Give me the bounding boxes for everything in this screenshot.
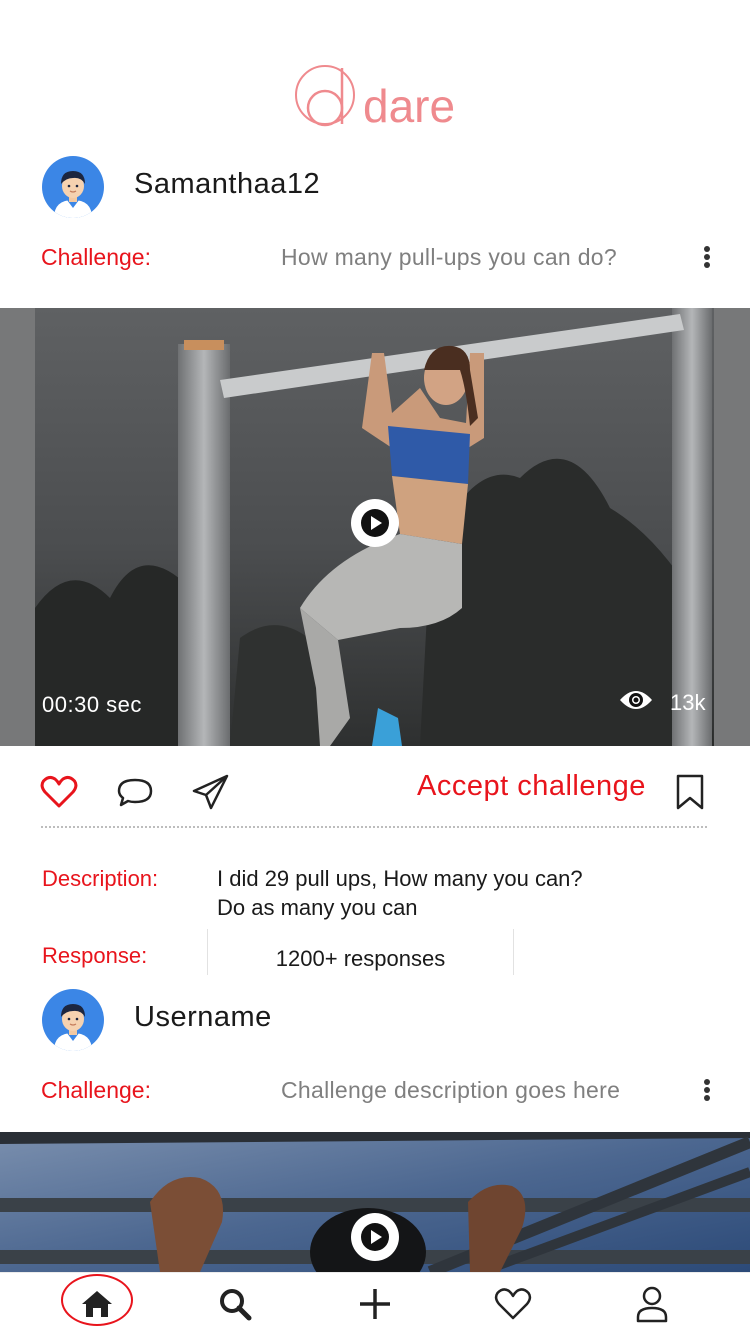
post-header: Username bbox=[0, 989, 750, 1059]
bookmark-icon[interactable] bbox=[670, 772, 710, 812]
send-icon[interactable] bbox=[191, 772, 231, 812]
more-vertical-icon[interactable] bbox=[697, 242, 717, 272]
more-vertical-icon[interactable] bbox=[697, 1075, 717, 1105]
challenge-label: Challenge: bbox=[41, 244, 151, 270]
description-text: I did 29 pull ups, How many you can? Do … bbox=[217, 864, 677, 922]
heart-icon[interactable] bbox=[39, 772, 79, 812]
play-icon[interactable] bbox=[351, 499, 399, 547]
view-count: 13k bbox=[618, 688, 705, 717]
challenge-video[interactable] bbox=[0, 1132, 750, 1272]
response-label: Response: bbox=[42, 943, 148, 968]
accept-challenge-button[interactable]: Accept challenge bbox=[417, 770, 646, 803]
profile-icon[interactable] bbox=[622, 1279, 682, 1329]
post-username[interactable]: Samanthaa12 bbox=[134, 168, 320, 201]
add-icon[interactable] bbox=[345, 1279, 405, 1329]
logo-text: dare bbox=[363, 80, 455, 132]
post-header: Samanthaa12 bbox=[0, 156, 750, 226]
description-line: I did 29 pull ups, How many you can? bbox=[217, 866, 583, 891]
search-icon[interactable] bbox=[205, 1279, 265, 1329]
responses-count: 1200+ responses bbox=[275, 946, 446, 971]
description-line: Do as many you can bbox=[217, 895, 418, 920]
divider bbox=[41, 826, 707, 828]
app-logo: dare bbox=[0, 60, 750, 132]
user-avatar-icon[interactable] bbox=[42, 156, 104, 218]
challenge-row: Challenge: How many pull-ups you can do? bbox=[0, 238, 750, 278]
eye-icon bbox=[618, 688, 654, 717]
challenge-text: How many pull-ups you can do? bbox=[281, 244, 617, 270]
challenge-text: Challenge description goes here bbox=[281, 1077, 621, 1103]
description-label: Description: bbox=[42, 866, 159, 891]
active-nav-indicator bbox=[61, 1274, 133, 1326]
challenge-row: Challenge: Challenge description goes he… bbox=[0, 1071, 750, 1111]
comment-icon[interactable] bbox=[115, 772, 155, 812]
video-duration: 00:30 sec bbox=[42, 692, 142, 717]
views-count: 13k bbox=[670, 689, 706, 715]
play-icon[interactable] bbox=[351, 1213, 399, 1261]
challenge-video[interactable]: 00:30 sec 13k bbox=[0, 308, 750, 746]
user-avatar-icon[interactable] bbox=[42, 989, 104, 1051]
challenge-label: Challenge: bbox=[41, 1077, 151, 1103]
post-actions: Accept challenge bbox=[0, 760, 750, 828]
heart-icon[interactable] bbox=[483, 1279, 543, 1329]
responses-link[interactable]: 1200+ responses bbox=[207, 929, 514, 975]
post-username[interactable]: Username bbox=[134, 1001, 272, 1034]
